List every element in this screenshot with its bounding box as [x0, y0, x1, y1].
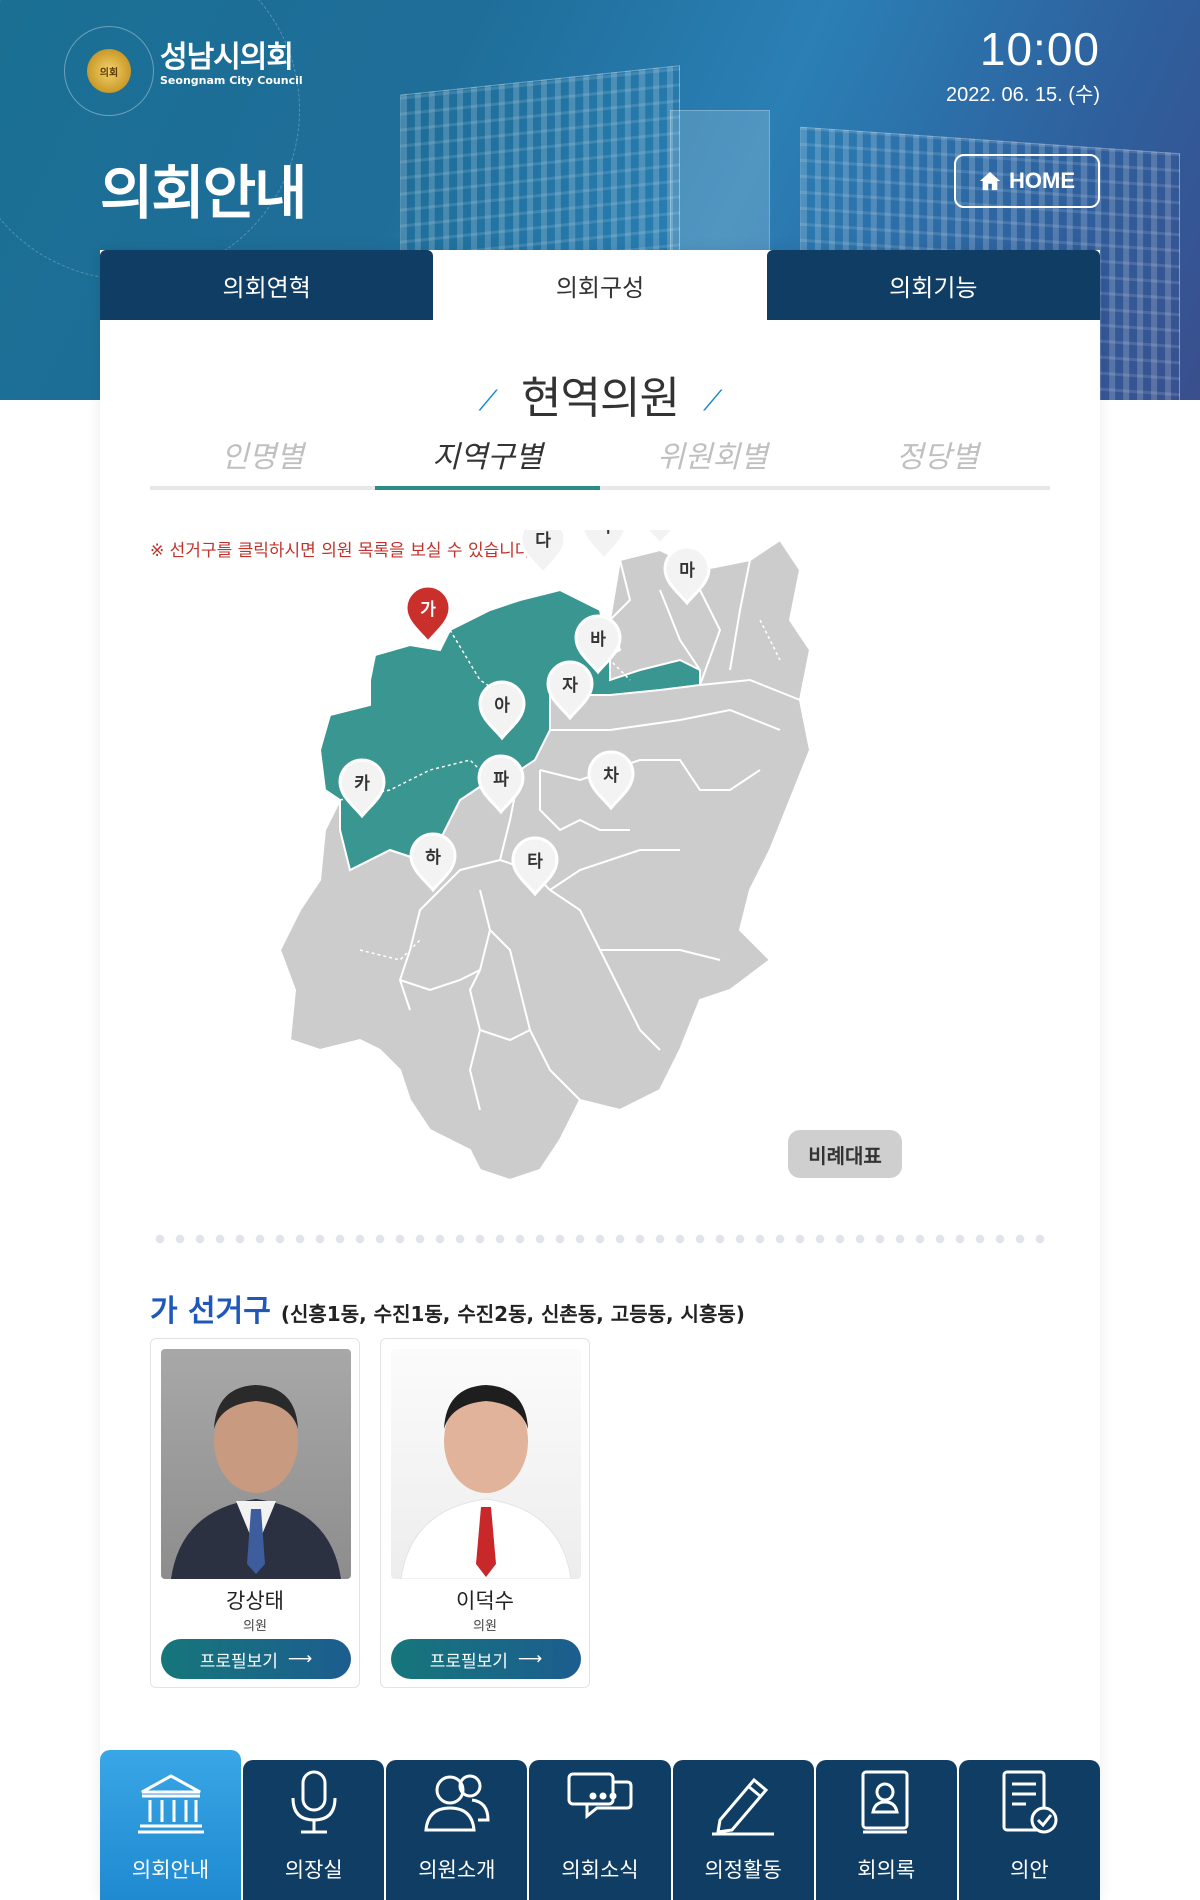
marker-label: 자	[562, 676, 578, 696]
nav-news[interactable]: 의회소식	[529, 1760, 671, 1900]
nav-label: 의원소개	[418, 1858, 496, 1882]
member-card[interactable]: 강상태 의원 프로필보기 ⟶	[150, 1338, 360, 1688]
decor-tick-icon: ⟋	[478, 384, 498, 417]
marker-sa[interactable]: 사	[636, 486, 684, 547]
main-tabs: 의회연혁 의회구성 의회기능	[100, 250, 1100, 320]
marker-label: 다	[535, 531, 551, 551]
people-icon	[424, 1774, 490, 1832]
dotted-divider	[150, 1234, 1050, 1244]
building-icon	[137, 1774, 204, 1834]
page-title: 의회안내	[100, 159, 307, 227]
bottom-navigation: 의회안내 의장실 의원소개 의회소식 의정활동 회의록 의안	[100, 1750, 1100, 1900]
profile-button-label: 프로필보기	[429, 1651, 508, 1672]
member-name: 강상태	[226, 1589, 284, 1613]
nav-label: 의정활동	[704, 1858, 782, 1882]
district-areas: (신흥1동, 수진1동, 수진2동, 신촌동, 고등동, 시흥동)	[280, 1302, 745, 1326]
profile-button[interactable]: 프로필보기 ⟶	[391, 1639, 581, 1679]
section-title-wrap: ⟋ 현역의원 ⟋	[100, 362, 1100, 426]
nav-members[interactable]: 의원소개	[386, 1760, 528, 1900]
nav-label: 의안	[1010, 1858, 1049, 1882]
marker-ga[interactable]: 가	[404, 584, 452, 645]
marker-label: 아	[494, 696, 510, 716]
document-check-icon	[1002, 1770, 1058, 1834]
home-label: HOME	[1009, 168, 1075, 193]
subtab-by-party[interactable]: 정당별	[825, 428, 1050, 486]
person-silhouette-icon	[400, 1385, 572, 1579]
marker-da[interactable]: 다	[519, 515, 567, 576]
nav-bills[interactable]: 의안	[958, 1760, 1100, 1900]
logo-ring: 의회	[64, 26, 154, 116]
pencil-icon	[712, 1777, 775, 1836]
profile-button-label: 프로필보기	[199, 1651, 278, 1672]
microphone-icon	[291, 1770, 337, 1834]
sub-tabs: 인명별 지역구별 위원회별 정당별	[150, 428, 1050, 490]
district-heading: 가 선거구 (신흥1동, 수진1동, 수진2동, 신촌동, 고등동, 시흥동)	[150, 1286, 745, 1330]
arrow-right-icon: ⟶	[287, 1649, 313, 1669]
tab-composition[interactable]: 의회구성	[433, 250, 767, 320]
emblem-icon: 의회	[87, 49, 131, 93]
emblem-text: 의회	[99, 67, 119, 79]
logo-text: 성남시의회 Seongnam City Council	[160, 32, 303, 87]
member-card[interactable]: 이덕수 의원 프로필보기 ⟶	[380, 1338, 590, 1688]
logo-english: Seongnam City Council	[160, 74, 303, 87]
marker-na[interactable]: 나	[580, 501, 628, 562]
member-photo	[161, 1349, 351, 1579]
nav-activities[interactable]: 의정활동	[672, 1760, 814, 1900]
proportional-representation-button[interactable]: 비례대표	[788, 1130, 902, 1178]
clock: 10:00 2022. 06. 15. (수)	[946, 26, 1100, 107]
nav-speaker-office[interactable]: 의장실	[243, 1760, 385, 1900]
clock-time: 10:00	[979, 23, 1100, 75]
nav-label: 의회안내	[131, 1858, 210, 1882]
marker-label: 가	[420, 600, 436, 620]
member-list: 강상태 의원 프로필보기 ⟶ 이덕수 의원 프로필보기 ⟶	[150, 1338, 590, 1688]
member-name: 이덕수	[456, 1589, 514, 1613]
chat-bubbles-icon	[567, 1772, 633, 1820]
person-silhouette-icon	[171, 1385, 341, 1579]
nav-label: 의장실	[284, 1858, 343, 1882]
marker-label: 타	[527, 852, 543, 872]
subtab-by-name[interactable]: 인명별	[150, 428, 375, 486]
district-map-svg: 가 나 다 라 마 바 사 아	[278, 454, 812, 1182]
marker-label: 나	[596, 530, 612, 537]
nav-label: 의회소식	[561, 1858, 639, 1882]
arrow-right-icon: ⟶	[517, 1649, 543, 1669]
district-name: 가 선거구	[150, 1294, 271, 1329]
record-book-icon	[861, 1770, 909, 1834]
marker-label: 하	[425, 848, 441, 868]
tab-history[interactable]: 의회연혁	[100, 250, 434, 320]
subtab-by-committee[interactable]: 위원회별	[600, 428, 825, 486]
member-role: 의원	[243, 1619, 267, 1634]
subtab-by-district[interactable]: 지역구별	[375, 428, 600, 490]
profile-button[interactable]: 프로필보기 ⟶	[161, 1639, 351, 1679]
marker-label: 마	[679, 561, 695, 581]
section-title: 현역의원	[521, 373, 680, 424]
home-icon	[979, 171, 1001, 191]
logo-korean: 성남시의회	[160, 40, 294, 75]
nav-council-guide[interactable]: 의회안내	[100, 1750, 242, 1900]
marker-label: 바	[590, 630, 606, 650]
marker-label: 카	[354, 774, 370, 794]
district-map: 가 나 다 라 마 바 사 아	[278, 454, 920, 1190]
marker-label: 파	[493, 770, 509, 790]
home-button[interactable]: HOME	[954, 154, 1100, 208]
clock-date: 2022. 06. 15. (수)	[945, 84, 1100, 106]
member-photo	[391, 1349, 581, 1579]
decor-tick-icon: ⟋	[702, 384, 723, 417]
marker-label: 차	[603, 766, 619, 786]
nav-label: 회의록	[857, 1858, 916, 1882]
member-role: 의원	[473, 1619, 497, 1634]
nav-minutes[interactable]: 회의록	[815, 1760, 957, 1900]
tab-function[interactable]: 의회기능	[766, 250, 1100, 320]
